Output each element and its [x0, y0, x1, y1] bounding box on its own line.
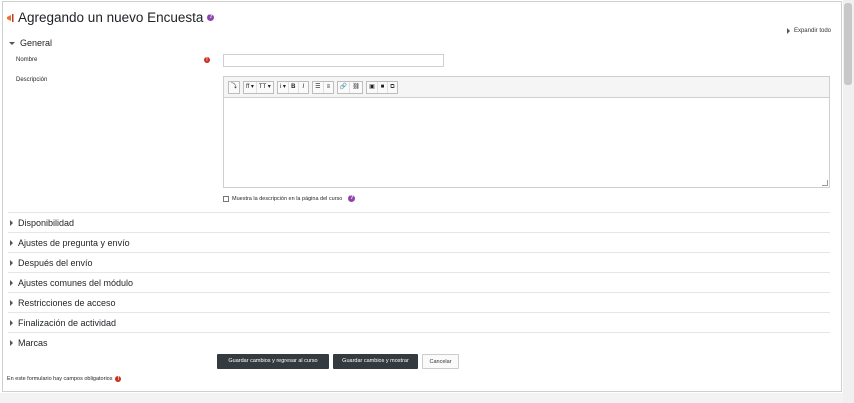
resize-grip-icon[interactable] — [822, 180, 828, 186]
chevron-right-icon — [10, 219, 13, 226]
unlink-button[interactable]: ⛓ — [349, 81, 362, 93]
section-label: Ajustes de pregunta y envío — [18, 237, 130, 248]
vertical-scrollbar[interactable] — [843, 0, 854, 403]
section-after-submission[interactable]: Después del envío — [8, 252, 830, 272]
section-activity-completion[interactable]: Finalización de actividad — [8, 312, 830, 332]
bullet-list-button[interactable]: ☰ — [313, 82, 323, 93]
cancel-button[interactable]: Cancelar — [422, 354, 459, 369]
help-icon[interactable]: ? — [207, 14, 215, 21]
toolbar-toggle-button[interactable]: ⤵ — [229, 82, 239, 93]
chevron-right-icon — [10, 319, 13, 326]
paragraph-styles-button[interactable]: i ▾ — [278, 82, 288, 93]
name-label: Nombre — [16, 57, 38, 63]
chevron-right-icon — [10, 239, 13, 246]
section-access-restrictions[interactable]: Restricciones de acceso — [8, 292, 830, 312]
page-title: Agregando un nuevo Encuesta — [18, 10, 204, 25]
show-description-option[interactable]: Muestra la descripción en la página del … — [223, 195, 356, 202]
feedback-module-icon — [7, 13, 14, 22]
chevron-right-icon — [10, 339, 13, 346]
editor-toolbar: ⤵ ff ▾ TT ▾ i ▾ B I ☰ ≡ 🔗 ⛓ ▣ ■ ⧉ — [224, 77, 829, 98]
italic-button[interactable]: I — [297, 81, 308, 93]
page-heading: Agregando un nuevo Encuesta ? — [6, 10, 215, 25]
help-icon[interactable]: ? — [348, 195, 356, 202]
numbered-list-button[interactable]: ≡ — [322, 81, 333, 93]
section-availability[interactable]: Disponibilidad — [8, 212, 830, 232]
show-description-label: Muestra la descripción en la página del … — [232, 195, 343, 202]
save-and-return-button[interactable]: Guardar cambios y regresar al curso — [217, 354, 329, 369]
section-label: Ajustes comunes del módulo — [18, 277, 134, 288]
chevron-right-icon — [10, 299, 13, 306]
section-general-label: General — [20, 38, 53, 48]
expand-all-link[interactable]: Expandir todo — [786, 28, 831, 34]
description-label: Descripción — [16, 77, 48, 83]
chevron-right-icon — [10, 259, 13, 266]
section-label: Disponibilidad — [18, 217, 75, 228]
section-label: Marcas — [18, 337, 48, 348]
bold-button[interactable]: B — [287, 81, 298, 93]
required-icon: ! — [115, 376, 122, 382]
show-description-checkbox[interactable] — [223, 195, 229, 202]
save-and-display-button[interactable]: Guardar cambios y mostrar — [333, 354, 418, 369]
insert-media-button[interactable]: ■ — [376, 81, 387, 93]
section-label: Finalización de actividad — [18, 317, 117, 328]
required-icon: ! — [204, 57, 210, 63]
chevron-right-icon — [10, 279, 13, 286]
section-common-module-settings[interactable]: Ajustes comunes del módulo — [8, 272, 830, 292]
section-general-header[interactable]: General — [9, 38, 52, 48]
scrollbar-thumb[interactable] — [844, 3, 852, 85]
required-fields-note: En este formulario hay campos obligatori… — [7, 376, 122, 382]
section-question-settings[interactable]: Ajustes de pregunta y envío — [8, 232, 830, 252]
bottom-bar — [0, 393, 843, 403]
section-label: Después del envío — [18, 257, 93, 268]
font-family-button[interactable]: ff ▾ — [244, 82, 256, 93]
insert-image-button[interactable]: ▣ — [367, 82, 377, 93]
name-input[interactable] — [223, 54, 444, 67]
section-tags[interactable]: Marcas — [8, 332, 830, 352]
expand-all-label: Expandir todo — [793, 28, 831, 34]
chevron-down-icon — [9, 41, 15, 45]
section-label: Restricciones de acceso — [18, 297, 116, 308]
font-size-button[interactable]: TT ▾ — [255, 81, 273, 93]
manage-files-button[interactable]: ⧉ — [386, 81, 397, 93]
chevron-right-icon — [786, 28, 790, 34]
description-editor[interactable]: ⤵ ff ▾ TT ▾ i ▾ B I ☰ ≡ 🔗 ⛓ ▣ ■ ⧉ — [223, 76, 830, 188]
link-button[interactable]: 🔗 — [338, 82, 349, 93]
description-textarea[interactable] — [224, 98, 829, 187]
required-fields-text: En este formulario hay campos obligatori… — [7, 376, 113, 382]
